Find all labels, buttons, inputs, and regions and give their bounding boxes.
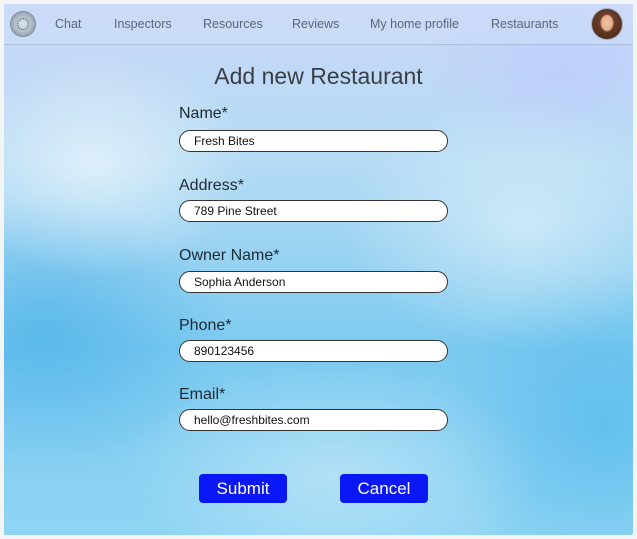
address-label: Address* <box>179 177 244 194</box>
phone-label: Phone* <box>179 317 232 334</box>
avatar[interactable] <box>592 9 622 39</box>
cancel-button[interactable]: Cancel <box>340 474 428 503</box>
logo-icon[interactable] <box>11 12 35 36</box>
page-title: Add new Restaurant <box>214 63 423 89</box>
app-window: Chat Inspectors Resources Reviews My hom… <box>4 4 633 535</box>
owner-name-field[interactable] <box>179 271 448 293</box>
email-label: Email* <box>179 386 226 403</box>
top-navbar: Chat Inspectors Resources Reviews My hom… <box>4 4 633 45</box>
nav-item-my-home-profile[interactable]: My home profile <box>370 17 459 31</box>
submit-button[interactable]: Submit <box>199 474 287 503</box>
nav-item-inspectors[interactable]: Inspectors <box>114 17 172 31</box>
owner-name-label: Owner Name* <box>179 247 280 264</box>
phone-field[interactable] <box>179 340 448 362</box>
name-label: Name* <box>179 105 228 122</box>
name-field[interactable] <box>179 130 448 152</box>
nav-item-reviews[interactable]: Reviews <box>292 17 339 31</box>
nav-item-resources[interactable]: Resources <box>203 17 263 31</box>
address-field[interactable] <box>179 200 448 222</box>
nav-item-chat[interactable]: Chat <box>55 17 81 31</box>
nav-item-restaurants[interactable]: Restaurants <box>491 17 558 31</box>
email-field[interactable] <box>179 409 448 431</box>
